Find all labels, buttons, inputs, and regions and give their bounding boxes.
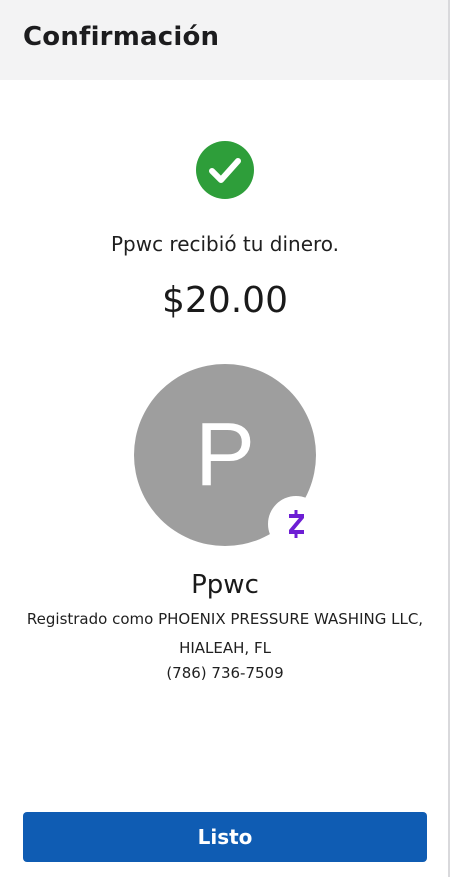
- done-button[interactable]: Listo: [23, 812, 427, 862]
- payment-amount: $20.00: [162, 280, 288, 321]
- recipient-name: Ppwc: [191, 570, 259, 600]
- zelle-icon: [268, 496, 324, 552]
- confirmation-message: Ppwc recibió tu dinero.: [110, 232, 340, 256]
- page-title: Confirmación: [23, 22, 220, 52]
- check-circle-icon: [196, 141, 254, 199]
- recipient-phone: (786) 736-7509: [166, 664, 284, 682]
- recipient-location: HIALEAH, FL: [179, 639, 271, 657]
- registered-business: Registrado como PHOENIX PRESSURE WASHING…: [26, 610, 424, 628]
- header-bar: Confirmación: [0, 0, 450, 80]
